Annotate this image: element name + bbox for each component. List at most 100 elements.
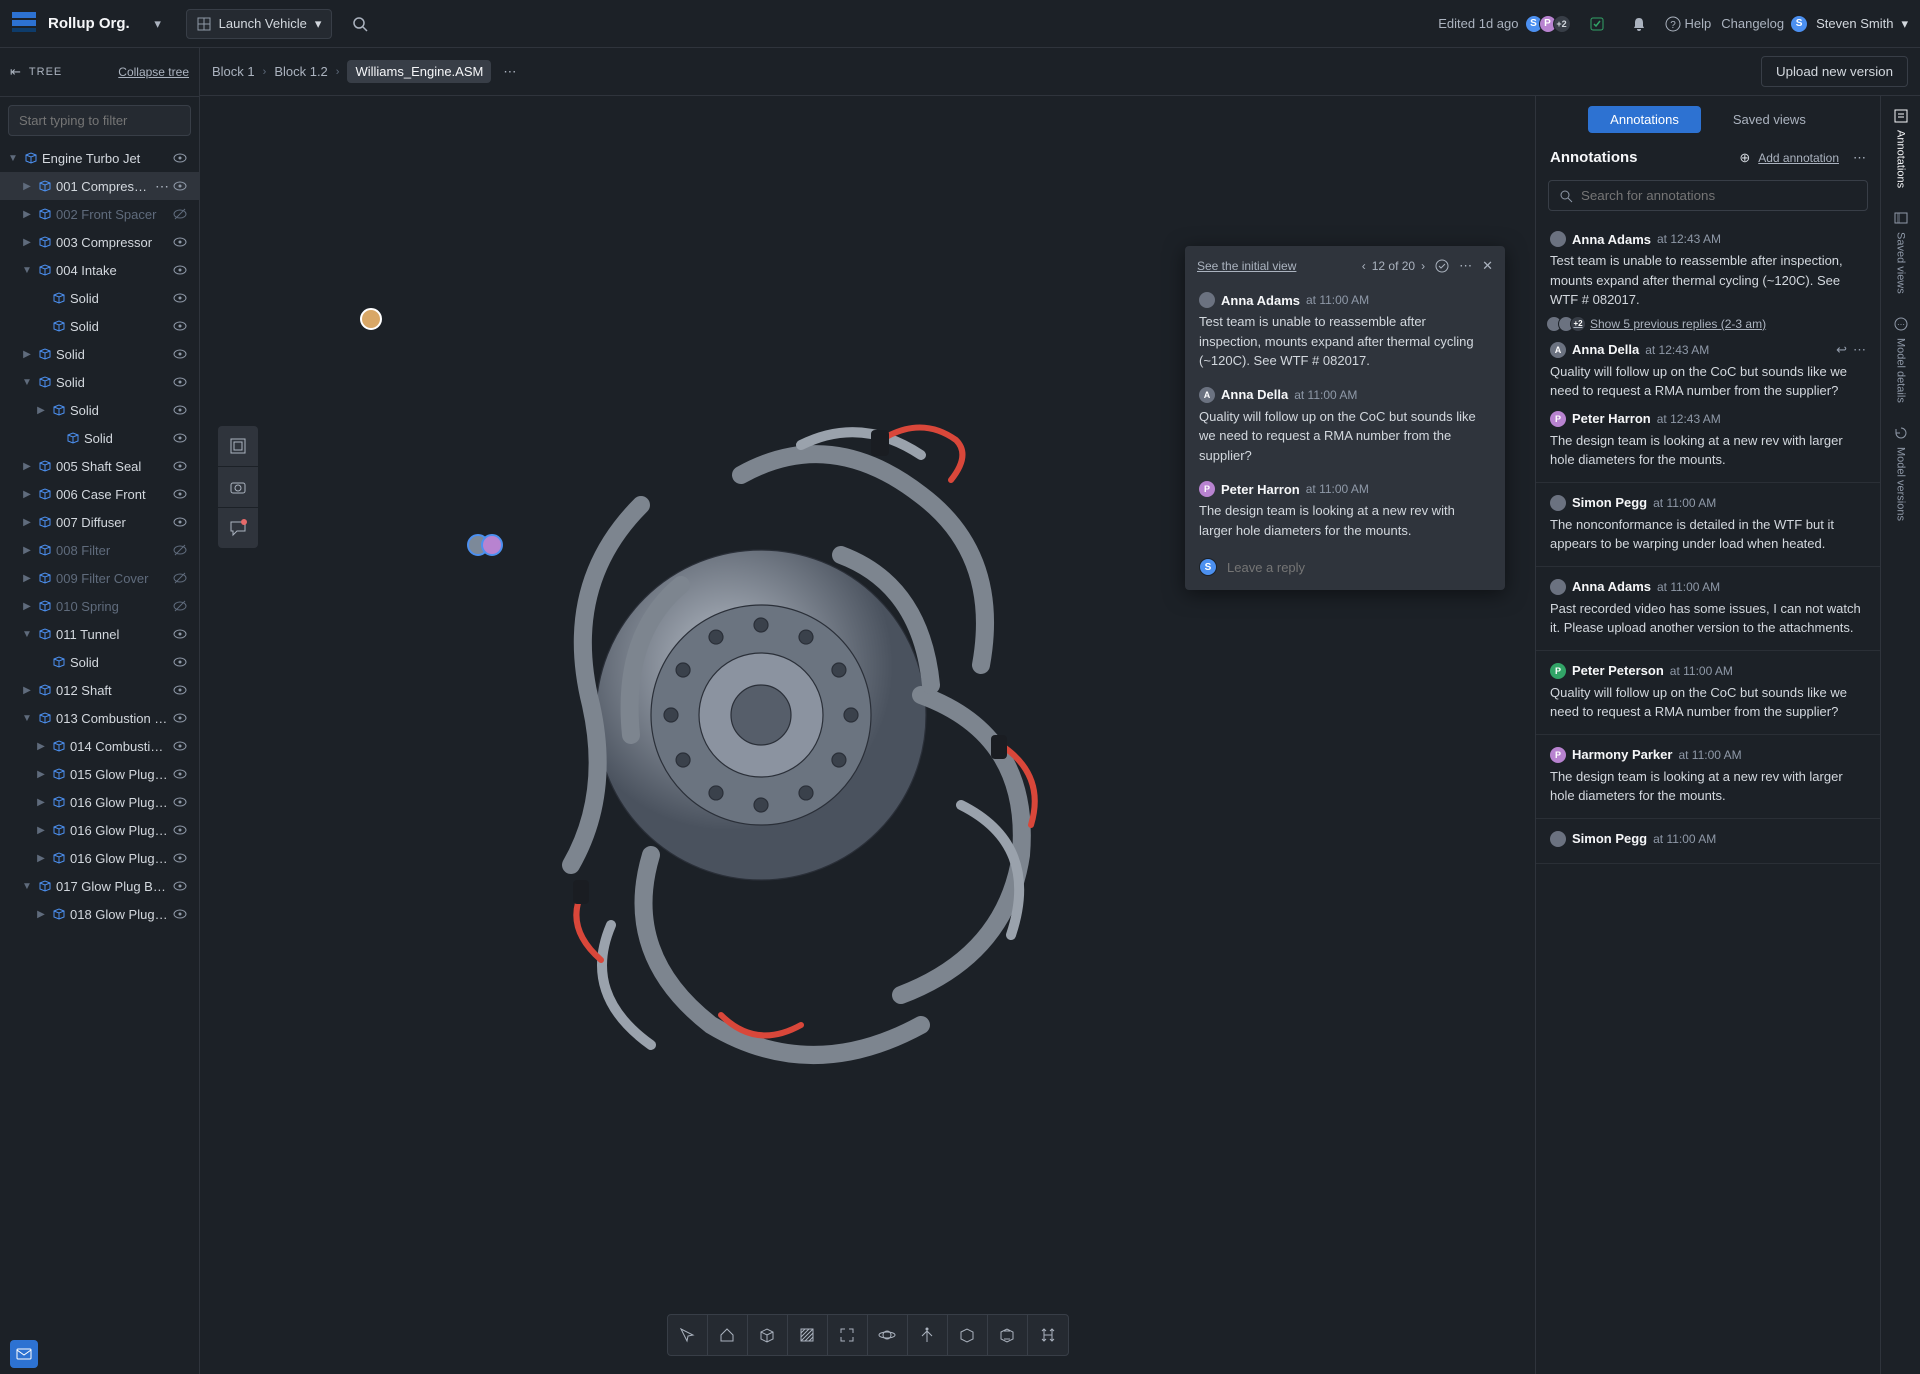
expand-icon[interactable]: [34, 293, 48, 304]
expand-icon[interactable]: ▼: [20, 713, 34, 724]
notifications-button[interactable]: [1623, 8, 1655, 40]
visibility-toggle[interactable]: [173, 375, 191, 389]
close-button[interactable]: ✕: [1482, 258, 1493, 274]
fit-selection-tool[interactable]: [218, 426, 258, 466]
tree-item[interactable]: ▶016 Glow Plug Boss: [0, 816, 199, 844]
user-menu[interactable]: S Steven Smith ▾: [1794, 15, 1908, 33]
tree-item[interactable]: ▶010 Spring: [0, 592, 199, 620]
tree-item[interactable]: ▼017 Glow Plug Boss: [0, 872, 199, 900]
visibility-toggle[interactable]: [173, 683, 191, 697]
prev-annotation[interactable]: ‹: [1362, 259, 1366, 273]
expand-icon[interactable]: ▶: [34, 769, 48, 780]
tree-item[interactable]: ▶012 Shaft: [0, 676, 199, 704]
hatch-tool[interactable]: [788, 1315, 828, 1355]
tab-saved-views[interactable]: Saved views: [1711, 106, 1828, 133]
tree-item[interactable]: ▶007 Diffuser: [0, 508, 199, 536]
tree-item[interactable]: ▶001 Compressor⋯: [0, 172, 199, 200]
visibility-toggle[interactable]: [173, 795, 191, 809]
presence-icon[interactable]: [1581, 8, 1613, 40]
home-tool[interactable]: [708, 1315, 748, 1355]
tab-annotations[interactable]: Annotations: [1588, 106, 1701, 133]
annotation-item[interactable]: Simon Peggat 11:00 AM: [1536, 819, 1880, 864]
tree-item[interactable]: ▼011 Tunnel: [0, 620, 199, 648]
visibility-toggle[interactable]: [173, 599, 191, 613]
extract-tool[interactable]: [908, 1315, 948, 1355]
tree-item[interactable]: ▶016 Glow Plug Boss: [0, 788, 199, 816]
tree-item[interactable]: Solid: [0, 648, 199, 676]
expand-icon[interactable]: ▶: [34, 825, 48, 836]
measure-tool[interactable]: [1028, 1315, 1068, 1355]
expand-icon[interactable]: ▶: [20, 545, 34, 556]
comments-tool[interactable]: [218, 508, 258, 548]
tree-item[interactable]: ▶Solid: [0, 340, 199, 368]
tree-item[interactable]: ▶005 Shaft Seal: [0, 452, 199, 480]
rail-annotations[interactable]: Annotations: [1893, 108, 1909, 188]
crumb-3[interactable]: Williams_Engine.ASM: [347, 60, 491, 83]
orbit-tool[interactable]: [868, 1315, 908, 1355]
expand-icon[interactable]: ▼: [20, 377, 34, 388]
isolate-tool[interactable]: [948, 1315, 988, 1355]
crumb-2[interactable]: Block 1.2: [274, 64, 327, 79]
visibility-toggle[interactable]: [173, 515, 191, 529]
select-tool[interactable]: [668, 1315, 708, 1355]
expand-icon[interactable]: ▶: [20, 237, 34, 248]
expand-icon[interactable]: ▶: [20, 601, 34, 612]
expand-icon[interactable]: ▶: [20, 209, 34, 220]
visibility-toggle[interactable]: [173, 655, 191, 669]
expand-icon[interactable]: ▶: [20, 685, 34, 696]
visibility-toggle[interactable]: [173, 823, 191, 837]
search-button[interactable]: [344, 8, 376, 40]
visibility-toggle[interactable]: [173, 739, 191, 753]
rail-saved-views[interactable]: Saved views: [1893, 210, 1909, 294]
expand-icon[interactable]: [34, 321, 48, 332]
visibility-toggle[interactable]: [173, 907, 191, 921]
tree-item[interactable]: ▶014 Combustion Ch…: [0, 732, 199, 760]
annotation-pin[interactable]: [360, 308, 382, 330]
visibility-toggle[interactable]: [173, 319, 191, 333]
viewer-3d[interactable]: See the initial view ‹ 12 of 20 › ⋯ ✕ An…: [200, 96, 1535, 1374]
tree-item[interactable]: Solid: [0, 312, 199, 340]
initial-view-link[interactable]: See the initial view: [1197, 259, 1352, 273]
expand-icon[interactable]: ▶: [34, 741, 48, 752]
tree-item[interactable]: ▶Solid: [0, 396, 199, 424]
org-dropdown-chevron[interactable]: ▾: [142, 8, 174, 40]
visibility-toggle[interactable]: [173, 151, 191, 165]
crumb-more[interactable]: ⋯: [499, 64, 520, 80]
tree-item[interactable]: ▶002 Front Spacer: [0, 200, 199, 228]
visibility-toggle[interactable]: [173, 431, 191, 445]
crumb-1[interactable]: Block 1: [212, 64, 255, 79]
avatar-stack[interactable]: S P +2: [1529, 15, 1571, 33]
tree-item[interactable]: ▶009 Filter Cover: [0, 564, 199, 592]
visibility-toggle[interactable]: [173, 767, 191, 781]
expand-icon[interactable]: ▶: [20, 349, 34, 360]
annotation-item[interactable]: Anna Adamsat 11:00 AMPast recorded video…: [1536, 567, 1880, 651]
expand-icon[interactable]: ▶: [20, 461, 34, 472]
changelog-link[interactable]: Changelog: [1721, 16, 1784, 31]
tree-item[interactable]: ▶008 Filter: [0, 536, 199, 564]
next-annotation[interactable]: ›: [1421, 259, 1425, 273]
expand-icon[interactable]: ▶: [20, 517, 34, 528]
expand-icon[interactable]: [34, 657, 48, 668]
visibility-toggle[interactable]: [173, 263, 191, 277]
visibility-toggle[interactable]: [173, 403, 191, 417]
annotation-search-input[interactable]: [1581, 188, 1857, 203]
tree-item[interactable]: ▼Solid: [0, 368, 199, 396]
expand-icon[interactable]: ▶: [34, 797, 48, 808]
annotation-item[interactable]: Simon Peggat 11:00 AMThe nonconformance …: [1536, 483, 1880, 567]
tree-item[interactable]: ▼Engine Turbo Jet: [0, 144, 199, 172]
visibility-toggle[interactable]: [173, 235, 191, 249]
expand-icon[interactable]: ▶: [34, 405, 48, 416]
expand-icon[interactable]: [48, 433, 62, 444]
resolve-button[interactable]: [1435, 259, 1449, 273]
screenshot-tool[interactable]: [218, 467, 258, 507]
project-dropdown[interactable]: Launch Vehicle ▾: [186, 9, 333, 39]
reply-more[interactable]: ⋯: [1853, 342, 1866, 358]
upload-button[interactable]: Upload new version: [1761, 56, 1908, 87]
mail-button[interactable]: [10, 1340, 38, 1368]
expand-icon[interactable]: ▼: [6, 153, 20, 164]
cube-tool[interactable]: [748, 1315, 788, 1355]
collapse-tree-link[interactable]: Collapse tree: [118, 65, 189, 79]
expand-icon[interactable]: ▼: [20, 629, 34, 640]
expand-icon[interactable]: ▶: [34, 853, 48, 864]
visibility-toggle[interactable]: [173, 543, 191, 557]
